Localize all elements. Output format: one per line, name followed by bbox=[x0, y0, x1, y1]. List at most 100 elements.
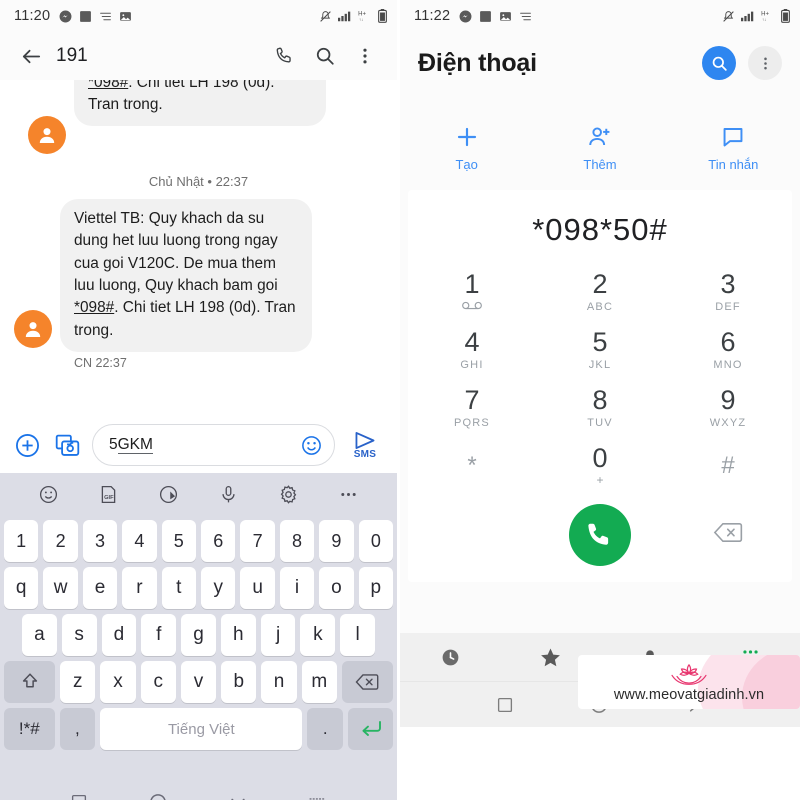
key-h[interactable]: h bbox=[220, 614, 256, 656]
plus-circle-icon[interactable] bbox=[12, 430, 42, 460]
sticker-icon[interactable] bbox=[158, 484, 179, 505]
key-t[interactable]: t bbox=[161, 567, 196, 609]
chevron-down-back-icon[interactable] bbox=[228, 792, 248, 800]
key-f[interactable]: f bbox=[141, 614, 177, 656]
dialpad-card: *098*50# 1 2 ABC 3 DEF 4 GHI 5 JKL 6 MNO… bbox=[408, 190, 792, 582]
dialpad-key-4[interactable]: 4 GHI bbox=[408, 322, 536, 378]
key-o[interactable]: o bbox=[319, 567, 354, 609]
key-9[interactable]: 9 bbox=[319, 520, 354, 562]
dialpad-key-3[interactable]: 3 DEF bbox=[664, 264, 792, 320]
quick-action-add-contact[interactable]: Thêm bbox=[533, 124, 666, 172]
key-a[interactable]: a bbox=[21, 614, 57, 656]
dialpad-key-6[interactable]: 6 MNO bbox=[664, 322, 792, 378]
status-clock: 11:22 bbox=[414, 8, 451, 24]
key-v[interactable]: v bbox=[180, 661, 217, 703]
dialpad-key-8[interactable]: 8 TUV bbox=[536, 380, 664, 436]
key-n[interactable]: n bbox=[261, 661, 297, 703]
more-vert-icon[interactable] bbox=[345, 46, 385, 66]
key-8[interactable]: 8 bbox=[279, 520, 315, 562]
key-p[interactable]: p bbox=[358, 567, 394, 609]
key-3[interactable]: 3 bbox=[82, 520, 118, 562]
dialpad-key-1[interactable]: 1 bbox=[408, 264, 536, 320]
key-l[interactable]: l bbox=[340, 614, 376, 656]
key-1[interactable]: 1 bbox=[3, 520, 39, 562]
settings-gear-icon[interactable] bbox=[278, 484, 299, 505]
key-r[interactable]: r bbox=[122, 567, 157, 609]
keyboard-switch-icon[interactable] bbox=[308, 795, 327, 800]
key-j[interactable]: j bbox=[260, 614, 296, 656]
microphone-icon[interactable] bbox=[218, 484, 239, 505]
plus-icon bbox=[457, 127, 476, 147]
key-w[interactable]: w bbox=[43, 567, 78, 609]
dialpad-key-9[interactable]: 9 WXYZ bbox=[664, 380, 792, 436]
enter-icon[interactable] bbox=[348, 708, 394, 750]
delete-button[interactable] bbox=[713, 521, 743, 549]
gif-icon[interactable]: GIF bbox=[98, 484, 119, 505]
key-s[interactable]: s bbox=[61, 614, 97, 656]
recents-tab[interactable] bbox=[400, 647, 500, 668]
call-button[interactable] bbox=[569, 504, 631, 566]
back-arrow-icon[interactable] bbox=[12, 45, 50, 68]
message-text: Viettel TB: Quy khach da su dung het luu… bbox=[74, 210, 278, 294]
phone-icon[interactable] bbox=[265, 45, 305, 67]
message-bubble[interactable]: cua goi V120C. De mua them luu luong, Qu… bbox=[74, 80, 326, 127]
dialpad-key-0[interactable]: 0 + bbox=[536, 438, 664, 494]
backspace-icon[interactable] bbox=[341, 661, 393, 703]
space-key[interactable]: Tiếng Việt bbox=[100, 708, 303, 750]
period-key[interactable]: . bbox=[307, 708, 344, 750]
shift-icon[interactable] bbox=[4, 661, 56, 703]
ussd-code-link[interactable]: *098# bbox=[88, 80, 128, 91]
key-z[interactable]: z bbox=[60, 661, 96, 703]
gallery-camera-icon[interactable] bbox=[52, 430, 82, 460]
key-5[interactable]: 5 bbox=[161, 520, 196, 562]
circle-home-icon[interactable] bbox=[148, 792, 168, 800]
ussd-code-link[interactable]: *098# bbox=[74, 299, 114, 316]
dialpad-key-5[interactable]: 5 JKL bbox=[536, 322, 664, 378]
key-e[interactable]: e bbox=[82, 567, 118, 609]
message-bubble[interactable]: Viettel TB: Quy khach da su dung het luu… bbox=[60, 199, 312, 352]
dialed-number[interactable]: *098*50# bbox=[408, 204, 792, 264]
dialpad-letters: ABC bbox=[586, 301, 614, 313]
dialpad-key-star[interactable]: * bbox=[408, 438, 536, 494]
key-g[interactable]: g bbox=[181, 614, 216, 656]
quick-action-message[interactable]: Tin nhắn bbox=[667, 124, 800, 172]
key-q[interactable]: q bbox=[3, 567, 39, 609]
emoji-icon[interactable] bbox=[296, 430, 326, 460]
status-left-icons bbox=[59, 10, 132, 23]
key-k[interactable]: k bbox=[300, 614, 336, 656]
key-y[interactable]: y bbox=[201, 567, 236, 609]
send-sms-button[interactable]: SMS bbox=[345, 431, 385, 460]
more-horizontal-icon[interactable] bbox=[338, 484, 359, 505]
square-recents-icon[interactable] bbox=[70, 793, 88, 800]
watermark-inner: www.meovatgiadinh.vn bbox=[614, 662, 764, 703]
sms-thread[interactable]: Viettel TB: Quy khach da su dung het luu… bbox=[0, 80, 397, 417]
square-recents-icon[interactable] bbox=[496, 696, 514, 714]
key-6[interactable]: 6 bbox=[201, 520, 236, 562]
keyboard-row-top: q w e r t y u i o p bbox=[0, 567, 397, 609]
key-d[interactable]: d bbox=[101, 614, 137, 656]
quick-action-create[interactable]: Tạo bbox=[400, 124, 533, 172]
key-i[interactable]: i bbox=[279, 567, 315, 609]
key-b[interactable]: b bbox=[221, 661, 257, 703]
message-input-field[interactable]: 5GKM bbox=[92, 424, 335, 466]
key-2[interactable]: 2 bbox=[43, 520, 78, 562]
key-m[interactable]: m bbox=[301, 661, 337, 703]
sticker-smiley-icon[interactable] bbox=[38, 484, 59, 505]
key-0[interactable]: 0 bbox=[358, 520, 394, 562]
key-x[interactable]: x bbox=[100, 661, 136, 703]
dialpad-key-7[interactable]: 7 PQRS bbox=[408, 380, 536, 436]
dialpad-key-2[interactable]: 2 ABC bbox=[536, 264, 664, 320]
symbols-key[interactable]: !*# bbox=[4, 708, 55, 750]
key-7[interactable]: 7 bbox=[240, 520, 275, 562]
comma-key[interactable]: , bbox=[59, 708, 96, 750]
search-icon[interactable] bbox=[702, 46, 736, 80]
more-vert-icon[interactable] bbox=[748, 46, 782, 80]
key-u[interactable]: u bbox=[240, 567, 275, 609]
message-input-text[interactable]: 5GKM bbox=[109, 436, 296, 454]
key-c[interactable]: c bbox=[140, 661, 176, 703]
search-icon[interactable] bbox=[305, 45, 345, 67]
key-4[interactable]: 4 bbox=[122, 520, 157, 562]
keyboard[interactable]: GIF 1 2 3 4 5 6 7 8 9 0 q w e r t y u i … bbox=[0, 473, 397, 779]
dialpad-key-hash[interactable]: # bbox=[664, 438, 792, 494]
message-timestamp: CN 22:37 bbox=[74, 355, 127, 370]
